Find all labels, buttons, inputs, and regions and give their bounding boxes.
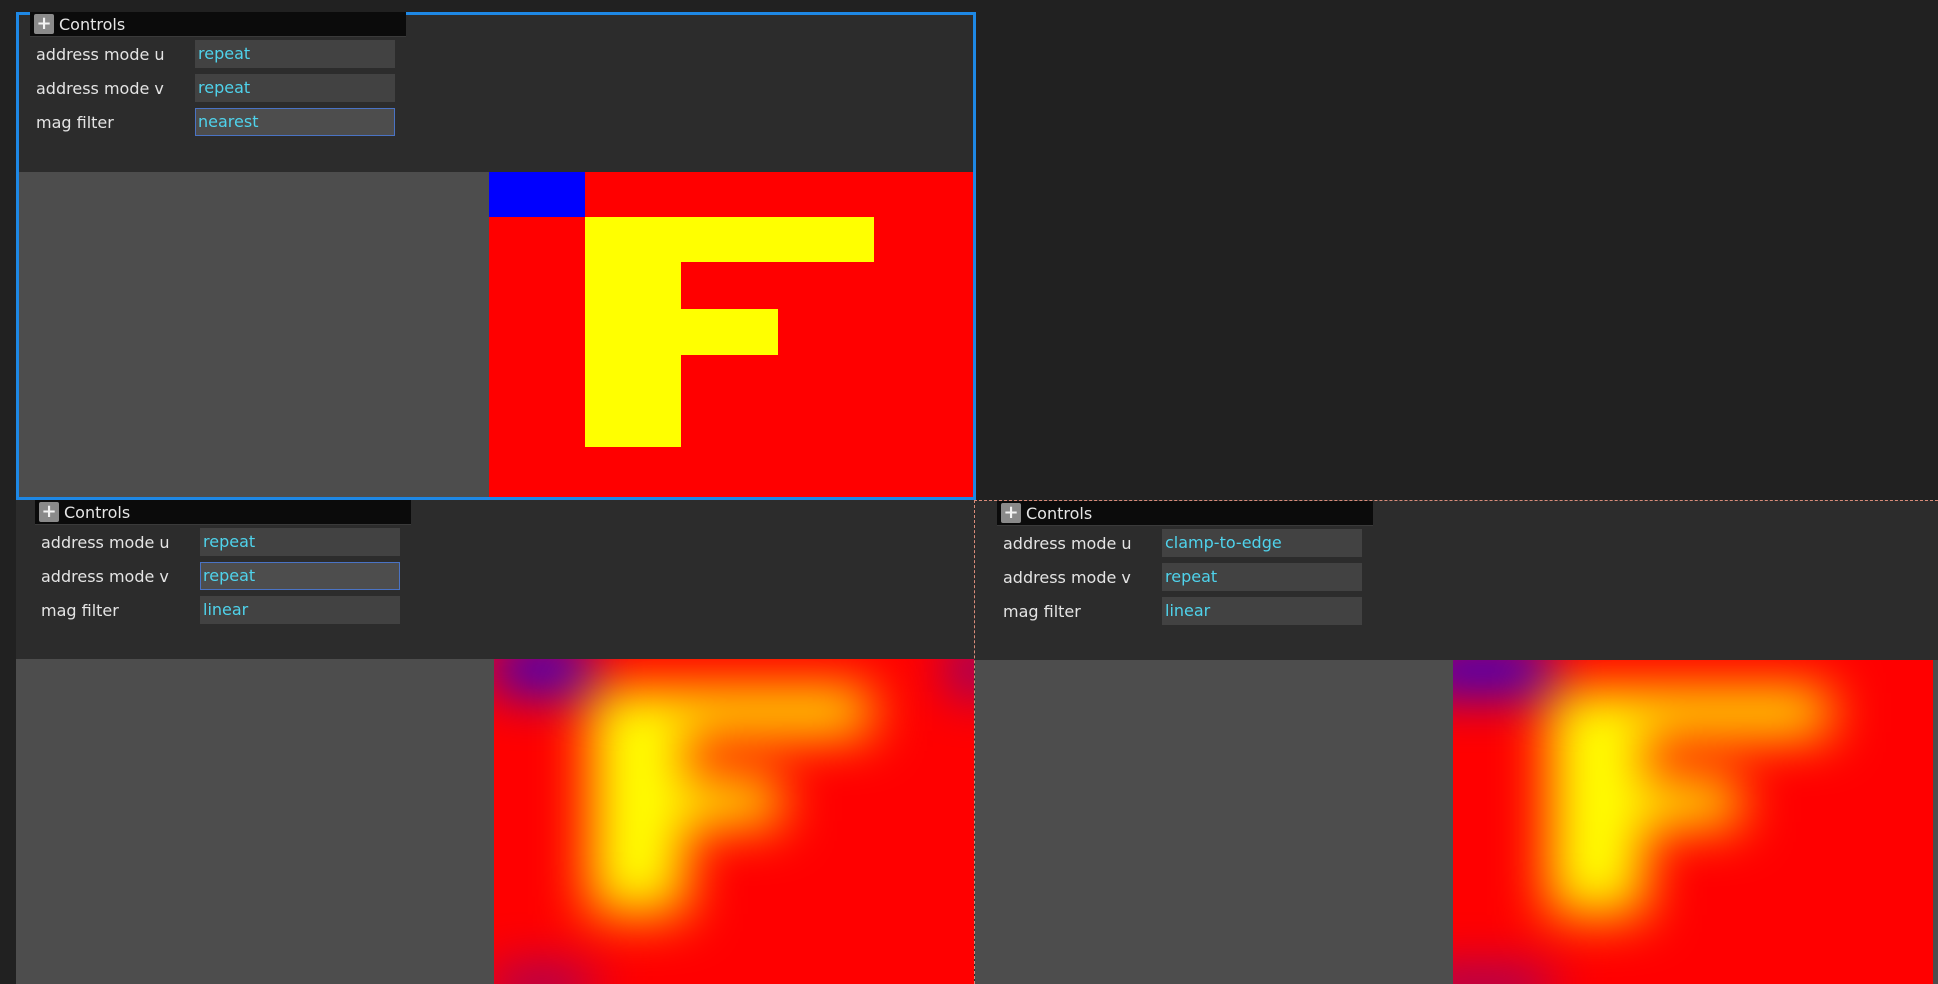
control-row-mag-filter: mag filter linear xyxy=(35,593,411,627)
render-view xyxy=(19,172,973,497)
controls-header[interactable]: + Controls xyxy=(997,501,1373,526)
render-view xyxy=(975,660,1938,984)
control-row-address-mode-v: address mode v repeat xyxy=(997,560,1373,594)
address-mode-u-select[interactable]: repeat xyxy=(200,528,400,556)
blue-texel xyxy=(494,659,590,689)
blue-texel-wrap xyxy=(959,659,974,689)
texture-quad xyxy=(1453,660,1933,984)
control-label: address mode v xyxy=(41,566,169,586)
controls-header[interactable]: + Controls xyxy=(35,500,411,525)
address-mode-v-select[interactable]: repeat xyxy=(1162,563,1362,591)
f-middle-bar xyxy=(590,779,780,824)
controls-title: Controls xyxy=(1026,503,1093,523)
controls-title: Controls xyxy=(64,502,131,522)
controls-title: Controls xyxy=(59,14,126,34)
control-label: address mode v xyxy=(1003,567,1131,587)
address-mode-u-select[interactable]: repeat xyxy=(195,40,395,68)
control-label: mag filter xyxy=(1003,601,1081,621)
canvas-panel-nearest[interactable]: + Controls address mode u repeat address… xyxy=(16,12,976,500)
mag-filter-select[interactable]: nearest xyxy=(195,108,395,136)
f-top-bar xyxy=(1549,690,1829,735)
address-mode-v-select[interactable]: repeat xyxy=(195,74,395,102)
control-row-address-mode-u: address mode u repeat xyxy=(35,525,411,559)
control-row-address-mode-u: address mode u repeat xyxy=(30,37,406,71)
f-middle-bar xyxy=(585,309,778,355)
f-top-bar xyxy=(585,217,874,262)
blue-texel xyxy=(489,172,585,217)
f-middle-bar xyxy=(1549,780,1739,825)
blue-texel-wrap-bottom xyxy=(494,974,590,984)
mag-filter-select[interactable]: linear xyxy=(1162,597,1362,625)
controls-gui: + Controls address mode u repeat address… xyxy=(35,500,411,627)
texture-quad xyxy=(494,659,974,984)
blue-texel xyxy=(1453,660,1549,690)
control-label: address mode u xyxy=(36,44,165,64)
controls-gui: + Controls address mode u repeat address… xyxy=(30,12,406,139)
texture-blur-layer xyxy=(494,659,974,984)
f-top-bar xyxy=(590,689,870,734)
control-label: mag filter xyxy=(36,112,114,132)
app-root: + Controls address mode u repeat address… xyxy=(0,0,1938,984)
canvas-panel-clamp-to-edge[interactable]: + Controls address mode u clamp-to-edge … xyxy=(974,500,1938,984)
plus-icon[interactable]: + xyxy=(39,502,59,522)
control-row-mag-filter: mag filter linear xyxy=(997,594,1373,628)
texture-quad xyxy=(489,172,973,497)
control-row-address-mode-v: address mode v repeat xyxy=(30,71,406,105)
plus-icon[interactable]: + xyxy=(1001,503,1021,523)
control-label: mag filter xyxy=(41,600,119,620)
control-row-address-mode-u: address mode u clamp-to-edge xyxy=(997,526,1373,560)
address-mode-u-select[interactable]: clamp-to-edge xyxy=(1162,529,1362,557)
controls-header[interactable]: + Controls xyxy=(30,12,406,37)
mag-filter-select[interactable]: linear xyxy=(200,596,400,624)
plus-icon[interactable]: + xyxy=(34,14,54,34)
control-label: address mode v xyxy=(36,78,164,98)
canvas-panel-linear-repeat[interactable]: + Controls address mode u repeat address… xyxy=(16,500,974,984)
control-row-mag-filter: mag filter nearest xyxy=(30,105,406,139)
control-row-address-mode-v: address mode v repeat xyxy=(35,559,411,593)
render-view xyxy=(16,659,974,984)
texture-blur-layer xyxy=(1453,660,1933,984)
controls-gui: + Controls address mode u clamp-to-edge … xyxy=(997,501,1373,628)
blue-texel-wrap-bottom xyxy=(1453,975,1549,984)
control-label: address mode u xyxy=(1003,533,1132,553)
control-label: address mode u xyxy=(41,532,170,552)
address-mode-v-select[interactable]: repeat xyxy=(200,562,400,590)
